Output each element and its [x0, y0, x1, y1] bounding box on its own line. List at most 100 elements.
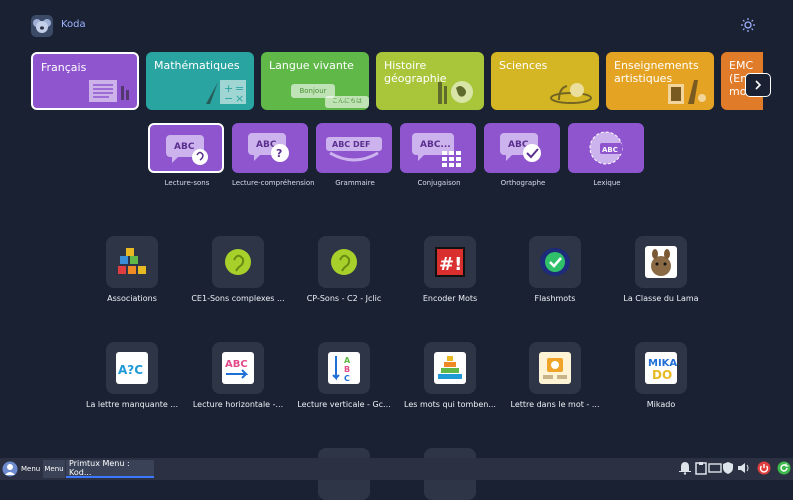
book-icon	[89, 80, 129, 102]
app-icon-box: A?C	[106, 342, 158, 394]
skill-tile: ABC	[484, 123, 560, 173]
app-lecture-verticale[interactable]: ABC Lecture verticale - Gc...	[291, 342, 397, 409]
skill-label: Grammaire	[335, 179, 375, 187]
clipboard-icon[interactable]	[694, 461, 708, 475]
subject-label: Français	[41, 61, 87, 74]
svg-text:ABC: ABC	[174, 142, 195, 152]
app-label: CP-Sons - C2 - Jclic	[306, 294, 382, 303]
app-grid: Associations CE1-Sons complexes ... CP-S…	[0, 230, 793, 500]
display-icon[interactable]	[708, 461, 722, 475]
app-label: Associations	[107, 294, 157, 303]
taskbar: Menu Menu Primtux Menu : Kod...	[0, 458, 793, 480]
subject-tab-langue-vivante[interactable]: Langue vivante Bonjour こんにちは	[261, 52, 369, 110]
abc-def-icon: ABC DEF	[326, 137, 382, 162]
skill-tab-lecture-comprehension[interactable]: ABC? Lecture-compréhension	[232, 123, 315, 187]
skill-label: Lexique	[593, 179, 621, 187]
subject-tab-histoire-geographie[interactable]: Histoire géographie	[376, 52, 484, 110]
app-icon-box	[635, 236, 687, 288]
app-header: Koda	[0, 0, 793, 48]
ear-icon	[225, 249, 251, 275]
svg-text:#!: #!	[439, 254, 462, 275]
skill-tile: ABC?	[232, 123, 308, 173]
taskbar-window-primtux-menu[interactable]: Primtux Menu : Kod...	[66, 459, 154, 478]
app-icon-box	[424, 342, 476, 394]
subject-tab-mathematiques[interactable]: Mathématiques + = − ×	[146, 52, 254, 110]
hash-bang-icon: #!	[435, 247, 465, 277]
skill-tile: ABC	[148, 123, 224, 173]
app-associations[interactable]: Associations	[79, 236, 185, 303]
ear-icon	[331, 249, 357, 275]
abc-check-icon: ABC	[500, 133, 541, 162]
app-name: Koda	[61, 19, 86, 30]
planet-plant-icon	[550, 83, 592, 104]
abc-arrow-icon: ABC	[222, 352, 254, 384]
app-lecture-horizontale[interactable]: ABC Lecture horizontale -...	[185, 342, 291, 409]
math-symbols-icon: + =− ×	[206, 80, 246, 105]
app-la-lettre-manquante[interactable]: A?C La lettre manquante ...	[79, 342, 185, 409]
app-encoder-mots[interactable]: #! Encoder Mots	[397, 236, 503, 303]
skill-tile: ABC	[568, 123, 644, 173]
globe-icon	[438, 81, 473, 104]
skill-tabs: ABC Lecture-sons ABC? Lecture-compréhens…	[148, 123, 648, 193]
skill-tab-lexique[interactable]: ABC Lexique	[568, 123, 646, 187]
volume-icon[interactable]	[736, 461, 750, 475]
pyramid-icon	[434, 352, 466, 384]
abc-ear-icon: ABC	[166, 135, 208, 165]
svg-text:×: ×	[235, 92, 244, 105]
subject-label: Langue vivante	[269, 59, 354, 72]
skill-tab-orthographe[interactable]: ABC Orthographe	[484, 123, 562, 187]
subject-label: Mathématiques	[154, 59, 240, 72]
app-label: Lecture verticale - Gc...	[297, 400, 391, 409]
app-label: Mikado	[646, 400, 676, 409]
svg-text:ABC: ABC	[225, 359, 248, 370]
subject-label: Sciences	[499, 59, 548, 72]
skill-tile: ABC...	[400, 123, 476, 173]
skill-tab-lecture-sons[interactable]: ABC Lecture-sons	[148, 123, 226, 187]
theme-toggle-sun-icon[interactable]	[740, 17, 756, 33]
app-icon-box	[106, 236, 158, 288]
svg-text:A?C: A?C	[118, 363, 143, 377]
koala-logo-icon	[31, 15, 53, 37]
check-shield-icon	[540, 248, 570, 276]
menu-button[interactable]: Menu	[21, 460, 40, 478]
svg-text:A: A	[344, 356, 351, 365]
app-icon-box: MIKA DO	[635, 342, 687, 394]
app-lettre-dans-le-mot[interactable]: Lettre dans le mot - ...	[502, 342, 608, 409]
app-mikado[interactable]: MIKA DO Mikado	[608, 342, 714, 409]
skill-tab-conjugaison[interactable]: ABC... Conjugaison	[400, 123, 478, 187]
svg-text:ABC...: ABC...	[420, 140, 451, 150]
refresh-icon[interactable]	[777, 461, 791, 475]
abc-vertical-icon: ABC	[328, 352, 360, 384]
app-icon-box: #!	[424, 236, 476, 288]
skill-tab-grammaire[interactable]: ABC DEF Grammaire	[316, 123, 394, 187]
alphabet-blocks-icon	[118, 248, 146, 274]
svg-text:DO: DO	[652, 368, 672, 382]
menu-button[interactable]: Menu	[43, 460, 65, 478]
app-cp-sons-c2-jclic[interactable]: CP-Sons - C2 - Jclic	[291, 236, 397, 303]
shield-icon[interactable]	[721, 461, 735, 475]
svg-text:ABC DEF: ABC DEF	[332, 140, 371, 149]
subject-tab-enseignements-artistiques[interactable]: Enseignements artistiques	[606, 52, 714, 110]
mikado-icon: MIKADO	[645, 352, 677, 384]
abc-question-icon: ABC?	[248, 133, 289, 162]
app-flashmots[interactable]: Flashmots	[502, 236, 608, 303]
notification-bell-icon[interactable]	[678, 461, 692, 475]
next-subjects-chevron-right-icon[interactable]	[745, 73, 771, 97]
skill-label: Conjugaison	[417, 179, 461, 187]
subject-tab-sciences[interactable]: Sciences	[491, 52, 599, 110]
app-label: Lettre dans le mot - ...	[510, 400, 600, 409]
app-icon-box	[212, 236, 264, 288]
app-icon-box	[529, 236, 581, 288]
app-icon-box	[529, 342, 581, 394]
start-menu-avatar-icon[interactable]	[2, 460, 18, 478]
skill-label: Lecture-compréhension	[232, 179, 315, 187]
app-label: La lettre manquante ...	[85, 400, 178, 409]
subject-tabs: Français Mathématiques + = − × Langue vivan…	[31, 52, 763, 112]
app-la-classe-du-lama[interactable]: La Classe du Lama	[608, 236, 714, 303]
app-les-mots-qui-tombent[interactable]: Les mots qui tomben...	[397, 342, 503, 409]
app-ce1-sons-complexes[interactable]: CE1-Sons complexes ...	[185, 236, 291, 303]
power-icon[interactable]	[757, 461, 771, 475]
subject-tab-francais[interactable]: Français	[31, 52, 139, 110]
app-label: Les mots qui tomben...	[404, 400, 496, 409]
svg-text:ABC: ABC	[602, 146, 618, 154]
